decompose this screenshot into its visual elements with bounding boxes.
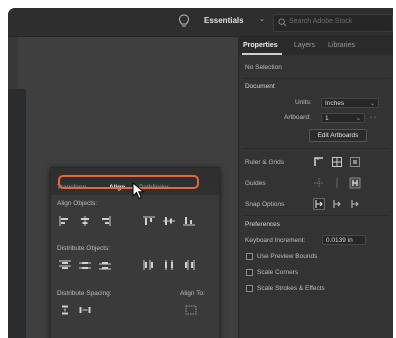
artboard-label: Artboard: (284, 114, 311, 121)
snap-to-pixel-icon[interactable] (331, 198, 343, 210)
divider (243, 215, 390, 216)
grid-icon[interactable] (331, 156, 343, 168)
snap-options-label: Snap Options (245, 201, 285, 208)
search-placeholder: Search Adobe Stock (289, 18, 353, 25)
units-value: Inches (325, 100, 345, 107)
pixel-grid-icon[interactable] (349, 156, 361, 168)
chevron-down-icon[interactable]: ⌄ (259, 15, 265, 23)
horizontal-align-center-icon[interactable] (79, 216, 91, 226)
guides-label: Guides (245, 180, 266, 187)
document-section-title: Document (245, 83, 275, 90)
chevron-down-icon: ⌄ (369, 101, 375, 107)
units-label: Units: (295, 99, 312, 106)
lock-guides-icon[interactable] (331, 177, 343, 189)
horizontal-distribute-space-icon[interactable] (79, 305, 91, 315)
search-stock-input[interactable]: Search Adobe Stock (273, 14, 393, 32)
keyboard-increment-label: Keyboard Increment: (245, 237, 306, 244)
horizontal-distribute-right-icon[interactable] (183, 260, 195, 270)
horizontal-distribute-left-icon[interactable] (143, 260, 155, 270)
illustrator-window: Essentials ⌄ Search Adobe Stock Properti… (8, 8, 393, 338)
application-bar: Essentials ⌄ Search Adobe Stock (8, 8, 393, 37)
vertical-distribute-space-icon[interactable] (59, 305, 71, 315)
horizontal-align-right-icon[interactable] (99, 216, 111, 226)
keyboard-increment-value: 0.0139 in (326, 237, 353, 244)
edit-artboards-button[interactable]: Edit Artboards (309, 129, 367, 142)
units-dropdown[interactable]: Inches ⌄ (321, 98, 379, 108)
active-tab-indicator (242, 53, 282, 55)
mouse-pointer-icon (132, 182, 145, 200)
vertical-distribute-bottom-icon[interactable] (99, 260, 111, 270)
ruler-icon[interactable] (313, 156, 325, 168)
properties-panel: Properties Layers Libraries No Selection… (238, 37, 393, 338)
use-preview-bounds-checkbox[interactable] (246, 253, 253, 260)
search-icon (278, 18, 287, 27)
scale-strokes-label: Scale Strokes & Effects (257, 285, 325, 292)
vertical-distribute-center-icon[interactable] (79, 260, 91, 270)
horizontal-align-left-icon[interactable] (59, 216, 71, 226)
use-preview-bounds-label: Use Preview Bounds (257, 253, 318, 260)
tab-properties[interactable]: Properties (243, 42, 278, 49)
artboard-nav-icon[interactable]: ‹ › (370, 114, 376, 121)
smart-guides-icon[interactable] (349, 177, 361, 189)
vertical-align-center-icon[interactable] (163, 216, 175, 226)
artboard-edge (8, 89, 26, 338)
divider (243, 148, 390, 149)
tab-libraries[interactable]: Libraries (328, 42, 355, 49)
scale-corners-checkbox[interactable] (246, 269, 253, 276)
snap-to-grid-icon[interactable] (349, 198, 361, 210)
artboard-dropdown[interactable]: 1 ⌄ (321, 113, 365, 123)
snap-to-point-icon[interactable] (313, 198, 325, 210)
divider (243, 78, 390, 79)
align-objects-label: Align Objects: (57, 200, 98, 207)
horizontal-distribute-center-icon[interactable] (163, 260, 175, 270)
align-to-selection-icon[interactable] (185, 305, 197, 315)
vertical-distribute-top-icon[interactable] (59, 260, 71, 270)
keyboard-increment-input[interactable]: 0.0139 in (322, 235, 366, 245)
lightbulb-icon[interactable] (178, 14, 190, 30)
preferences-section-title: Preferences (245, 221, 281, 228)
distribute-spacing-label: Distribute Spacing: (57, 290, 112, 297)
scale-strokes-checkbox[interactable] (246, 285, 253, 292)
vertical-align-top-icon[interactable] (143, 216, 155, 226)
scale-corners-label: Scale Corners (257, 269, 299, 276)
workspace-switcher[interactable]: Essentials (204, 16, 244, 25)
distribute-objects-label: Distribute Objects: (57, 245, 111, 252)
properties-panel-tabs: Properties Layers Libraries (239, 37, 393, 55)
align-to-label: Align To: (180, 290, 205, 297)
selection-status: No Selection (245, 64, 282, 71)
vertical-align-bottom-icon[interactable] (183, 216, 195, 226)
artboard-value: 1 (325, 115, 329, 122)
show-guides-icon[interactable] (313, 177, 325, 189)
chevron-down-icon: ⌄ (355, 116, 361, 122)
align-panel-drag-bar-highlight (58, 175, 199, 189)
ruler-grids-label: Ruler & Grids (245, 159, 285, 166)
tab-layers[interactable]: Layers (294, 42, 315, 49)
